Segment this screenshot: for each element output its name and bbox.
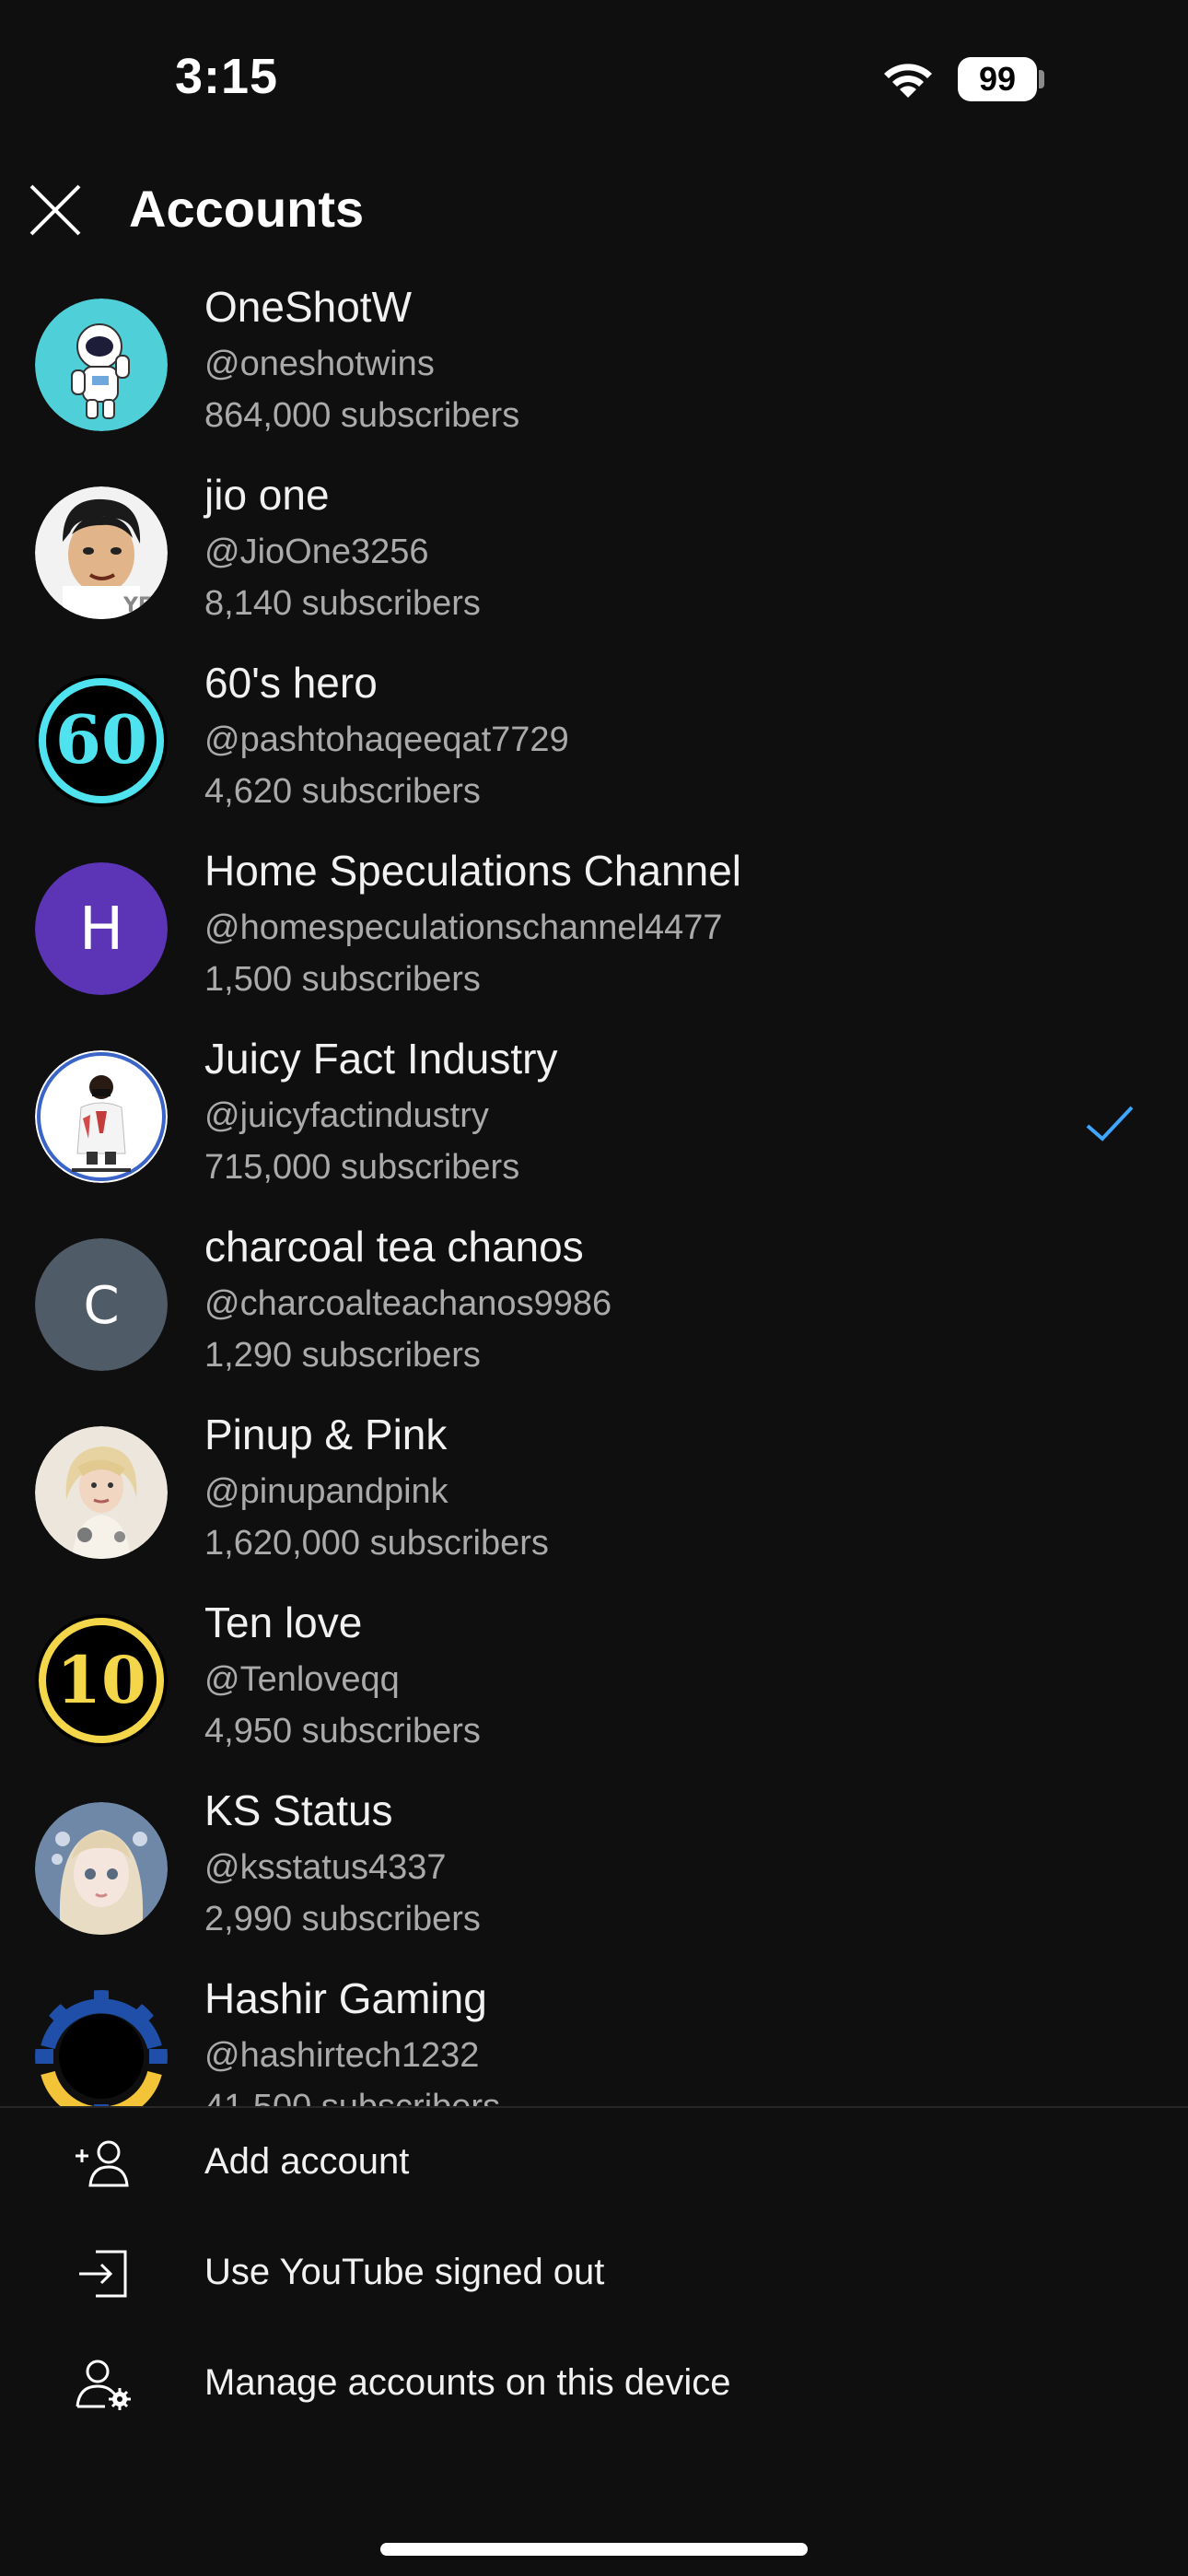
header: Accounts xyxy=(0,157,1188,267)
account-list[interactable]: OneShotW @oneshotwins 864,000 subscriber… xyxy=(0,276,1188,2106)
add-account-button[interactable]: Add account xyxy=(0,2108,1188,2219)
sixty-badge-avatar: 60 xyxy=(35,674,168,807)
checkmark-icon xyxy=(1086,1106,1134,1142)
account-name: Juicy Fact Industry xyxy=(204,1035,558,1083)
account-row-pinup-pink[interactable]: Pinup & Pink @pinupandpink 1,620,000 sub… xyxy=(0,1404,1188,1592)
ten-badge-avatar: 10 xyxy=(35,1614,168,1747)
account-subscribers: 4,620 subscribers xyxy=(204,772,481,811)
manage-accounts-button[interactable]: Manage accounts on this device xyxy=(0,2329,1188,2440)
cartoon-man-avatar: YES xyxy=(35,486,168,619)
sign-in-icon xyxy=(79,2250,127,2298)
account-row-hashir-gaming[interactable]: Hashir Gaming @hashirtech1232 41,500 sub… xyxy=(0,1968,1188,2106)
account-name: 60's hero xyxy=(204,659,378,707)
account-subscribers: 1,500 subscribers xyxy=(204,960,481,999)
account-name: Ten love xyxy=(204,1598,363,1646)
person-avatar xyxy=(35,1050,168,1183)
add-account-label: Add account xyxy=(204,2141,410,2182)
account-handle: @charcoalteachanos9986 xyxy=(204,1284,612,1323)
account-row-home-speculations[interactable]: H Home Speculations Channel @homespecula… xyxy=(0,840,1188,1028)
account-name: OneShotW xyxy=(204,283,412,331)
account-name: charcoal tea chanos xyxy=(204,1223,584,1270)
account-handle: @JioOne3256 xyxy=(204,533,429,571)
account-subscribers: 715,000 subscribers xyxy=(204,1148,520,1187)
signed-out-label: Use YouTube signed out xyxy=(204,2252,605,2292)
account-name: Hashir Gaming xyxy=(204,1974,487,2022)
account-handle: @hashirtech1232 xyxy=(204,2036,480,2075)
home-indicator[interactable] xyxy=(380,2543,808,2556)
manage-accounts-icon xyxy=(76,2359,131,2410)
account-row-60s-hero[interactable]: 60 60's hero @pashtohaqeeqat7729 4,620 s… xyxy=(0,652,1188,840)
account-handle: @pinupandpink xyxy=(204,1472,448,1511)
account-handle: @ksstatus4337 xyxy=(204,1848,447,1887)
account-name: Home Speculations Channel xyxy=(204,847,742,895)
astronaut-avatar xyxy=(35,299,168,431)
battery-tip xyxy=(1039,70,1044,88)
account-subscribers: 864,000 subscribers xyxy=(204,396,520,435)
account-row-jio-one[interactable]: YES jio one @JioOne3256 8,140 subscriber… xyxy=(0,464,1188,652)
account-row-oneshotw[interactable]: OneShotW @oneshotwins 864,000 subscriber… xyxy=(0,276,1188,464)
avatar-text: C xyxy=(83,1276,119,1336)
account-row-charcoal-tea-chanos[interactable]: C charcoal tea chanos @charcoalteachanos… xyxy=(0,1216,1188,1404)
svg-text:YES: YES xyxy=(122,594,167,617)
status-time: 3:15 xyxy=(175,49,279,104)
account-row-juicy-fact-industry[interactable]: Juicy Fact Industry @juicyfactindustry 7… xyxy=(0,1028,1188,1216)
account-name: KS Status xyxy=(204,1786,393,1834)
battery-indicator: 99 xyxy=(958,57,1037,101)
avatar-text: 60 xyxy=(55,700,147,779)
account-handle: @Tenloveqq xyxy=(204,1660,400,1699)
account-subscribers: 4,950 subscribers xyxy=(204,1712,481,1751)
avatar-text: H xyxy=(79,896,123,964)
account-subscribers: 1,290 subscribers xyxy=(204,1336,481,1375)
status-bar: 3:15 99 xyxy=(0,0,1188,157)
letter-avatar: H xyxy=(35,862,168,995)
letter-avatar: C xyxy=(35,1238,168,1371)
account-name: Pinup & Pink xyxy=(204,1411,448,1458)
account-handle: @pashtohaqeeqat7729 xyxy=(204,720,569,759)
close-icon[interactable] xyxy=(22,177,88,243)
doll-avatar xyxy=(35,1802,168,1935)
signed-out-button[interactable]: Use YouTube signed out xyxy=(0,2219,1188,2329)
bottom-menu: Add account Use YouTube signed out Manag xyxy=(0,2108,1188,2440)
account-handle: @homespeculationschannel4477 xyxy=(204,908,723,947)
page-title: Accounts xyxy=(129,180,365,238)
account-name: jio one xyxy=(204,471,330,519)
account-subscribers: 2,990 subscribers xyxy=(204,1900,481,1938)
portrait-avatar xyxy=(35,1426,168,1559)
account-row-ten-love[interactable]: 10 Ten love @Tenloveqq 4,950 subscribers xyxy=(0,1592,1188,1780)
wifi-icon xyxy=(884,64,932,98)
account-handle: @juicyfactindustry xyxy=(204,1096,489,1135)
gear-avatar xyxy=(35,1990,168,2106)
account-subscribers: 41,500 subscribers xyxy=(204,2088,500,2106)
account-subscribers: 8,140 subscribers xyxy=(204,584,481,623)
manage-accounts-label: Manage accounts on this device xyxy=(204,2362,731,2403)
account-handle: @oneshotwins xyxy=(204,345,435,383)
account-row-ks-status[interactable]: KS Status @ksstatus4337 2,990 subscriber… xyxy=(0,1780,1188,1968)
add-person-icon xyxy=(76,2140,129,2187)
account-subscribers: 1,620,000 subscribers xyxy=(204,1524,549,1563)
avatar-text: 10 xyxy=(56,1642,146,1718)
